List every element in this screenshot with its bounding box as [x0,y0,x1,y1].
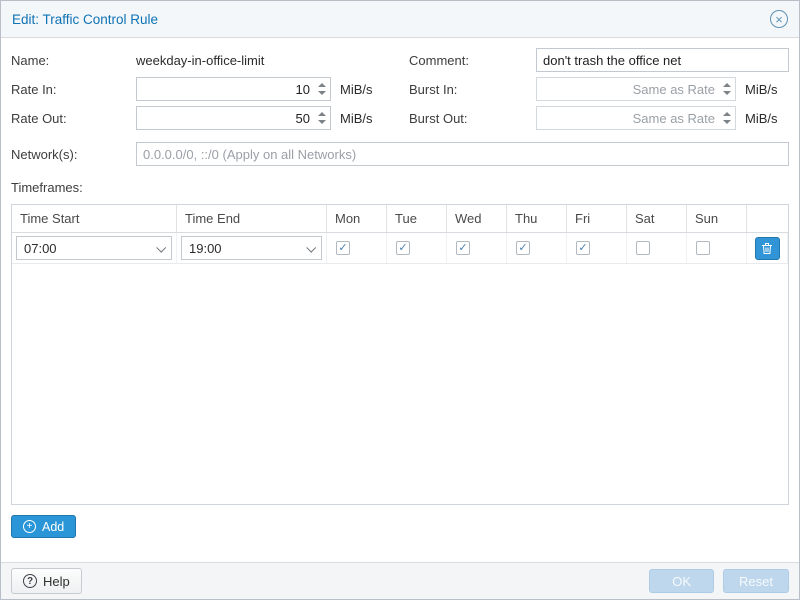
networks-row: Network(s): [11,142,789,166]
column-header-thu: Thu [507,205,567,232]
time-start-combo[interactable]: 07:00 [16,236,172,260]
rate-out-label: Rate Out: [11,111,136,126]
timeframes-table: Time Start Time End Mon Tue Wed Thu Fri … [11,204,789,505]
comment-label: Comment: [409,53,536,68]
day-checkbox-thu[interactable] [516,241,530,255]
networks-label: Network(s): [11,147,136,162]
timeframes-label: Timeframes: [11,180,789,195]
burst-out-spinner[interactable] [722,106,731,130]
add-button[interactable]: + Add [11,515,76,538]
name-label: Name: [11,53,136,68]
edit-traffic-control-rule-dialog: Edit: Traffic Control Rule × Name: weekd… [0,0,800,600]
burst-out-label: Burst Out: [409,111,536,126]
column-header-mon: Mon [327,205,387,232]
column-header-time-end: Time End [177,205,327,232]
form-row-1: Name: weekday-in-office-limit Comment: [11,48,789,72]
add-button-label: Add [42,520,64,534]
help-icon: ? [23,574,37,588]
rate-in-input[interactable] [136,77,331,101]
day-checkbox-tue[interactable] [396,241,410,255]
day-checkbox-wed[interactable] [456,241,470,255]
name-value: weekday-in-office-limit [136,53,264,68]
rate-in-spinner[interactable] [317,77,326,101]
column-header-fri: Fri [567,205,627,232]
form-row-2: Rate In: MiB/s Burst In: [11,77,789,101]
day-checkbox-mon[interactable] [336,241,350,255]
rate-out-input[interactable] [136,106,331,130]
column-header-sat: Sat [627,205,687,232]
table-row: 07:00 19:00 [12,233,788,264]
column-header-sun: Sun [687,205,747,232]
time-end-value: 19:00 [189,241,222,256]
help-button-label: Help [43,574,70,589]
table-empty-area [12,264,788,504]
spinner-down-icon [318,91,326,95]
delete-row-button[interactable] [755,237,780,260]
rate-out-spinner[interactable] [317,106,326,130]
rate-in-label: Rate In: [11,82,136,97]
trash-icon [761,242,773,255]
day-checkbox-sat[interactable] [636,241,650,255]
spinner-down-icon [318,120,326,124]
rate-in-unit: MiB/s [340,82,373,97]
day-checkbox-sun[interactable] [696,241,710,255]
rate-in-field [136,77,331,101]
spinner-up-icon [723,112,731,116]
burst-in-input[interactable] [536,77,736,101]
rate-out-field [136,106,331,130]
table-header-row: Time Start Time End Mon Tue Wed Thu Fri … [12,205,788,233]
ok-button[interactable]: OK [649,569,714,593]
time-start-value: 07:00 [24,241,57,256]
close-icon: × [775,13,783,26]
spinner-up-icon [723,83,731,87]
burst-in-label: Burst In: [409,82,536,97]
add-icon: + [23,520,36,533]
reset-button[interactable]: Reset [723,569,789,593]
help-button[interactable]: ? Help [11,568,82,594]
column-header-tue: Tue [387,205,447,232]
rate-out-unit: MiB/s [340,111,373,126]
form-row-3: Rate Out: MiB/s Burst Out: [11,106,789,130]
footer-toolbar: ? Help OK Reset [1,562,799,599]
day-checkbox-fri[interactable] [576,241,590,255]
burst-out-unit: MiB/s [745,111,778,126]
spinner-down-icon [723,91,731,95]
burst-in-spinner[interactable] [722,77,731,101]
dialog-title: Edit: Traffic Control Rule [12,12,158,27]
close-button[interactable]: × [770,10,788,28]
dialog-body: Name: weekday-in-office-limit Comment: R… [1,38,799,562]
column-header-actions [747,205,788,232]
column-header-wed: Wed [447,205,507,232]
networks-input[interactable] [136,142,789,166]
spinner-up-icon [318,83,326,87]
column-header-time-start: Time Start [12,205,177,232]
chevron-down-icon [156,243,166,253]
comment-input[interactable] [536,48,789,72]
spinner-up-icon [318,112,326,116]
titlebar: Edit: Traffic Control Rule × [1,1,799,38]
burst-in-unit: MiB/s [745,82,778,97]
spinner-down-icon [723,120,731,124]
burst-in-field [536,77,736,101]
time-end-combo[interactable]: 19:00 [181,236,322,260]
burst-out-field [536,106,736,130]
burst-out-input[interactable] [536,106,736,130]
chevron-down-icon [306,243,316,253]
